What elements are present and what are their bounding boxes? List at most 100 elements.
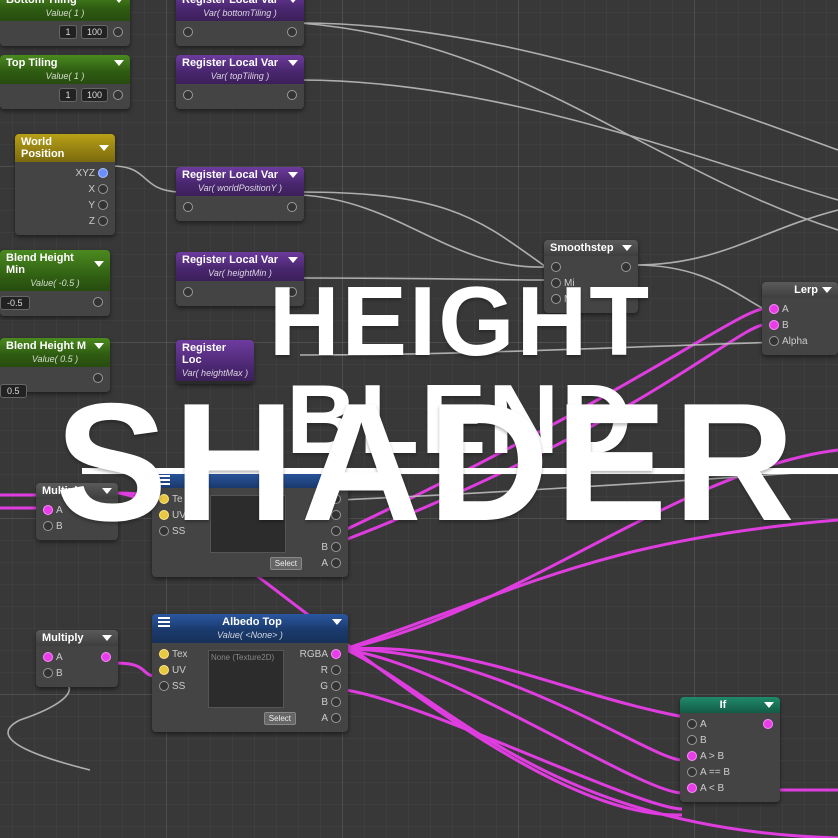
output-port-rgba[interactable] — [331, 494, 341, 504]
chevron-down-icon[interactable] — [332, 619, 342, 625]
menu-icon[interactable] — [158, 479, 170, 481]
output-port-xyz[interactable] — [98, 168, 108, 178]
node-register-heightmax[interactable]: Register Loc Var( heightMax ) — [176, 340, 254, 384]
output-port[interactable] — [287, 27, 297, 37]
spinner-value-b[interactable]: 100 — [81, 25, 108, 39]
node-lerp[interactable]: Lerp A B Alpha — [762, 282, 838, 355]
input-port-b[interactable] — [687, 735, 697, 745]
node-title: Register Loc — [182, 342, 248, 366]
menu-icon[interactable] — [158, 621, 170, 623]
chevron-down-icon[interactable] — [94, 343, 104, 349]
chevron-down-icon[interactable] — [288, 0, 298, 3]
output-port-y[interactable] — [98, 200, 108, 210]
output-port[interactable] — [101, 505, 111, 515]
input-port-a[interactable] — [769, 304, 779, 314]
node-multiply-2[interactable]: Multiply A B — [36, 630, 118, 687]
input-port[interactable] — [183, 287, 193, 297]
input-port-ss[interactable] — [159, 681, 169, 691]
node-albedo-top[interactable]: Albedo Top Value( <None> ) Tex UV SS Non… — [152, 614, 348, 732]
select-button[interactable]: Select — [270, 557, 302, 570]
node-smoothstep[interactable]: Smoothstep Mi Ma — [544, 240, 638, 313]
output-port-x[interactable] — [98, 184, 108, 194]
input-port-agtb[interactable] — [687, 751, 697, 761]
input-port-b[interactable] — [769, 320, 779, 330]
input-port-alpha[interactable] — [769, 336, 779, 346]
node-world-position[interactable]: World Position XYZ X Y Z — [15, 134, 115, 235]
node-if[interactable]: If A B A > B A == B A < B — [680, 697, 780, 802]
output-port[interactable] — [113, 90, 123, 100]
port-label: UV — [172, 665, 186, 676]
chevron-down-icon[interactable] — [102, 635, 112, 641]
output-port[interactable] — [113, 27, 123, 37]
output-port-a[interactable] — [331, 558, 341, 568]
output-port[interactable] — [93, 297, 103, 307]
input-port-b[interactable] — [43, 521, 53, 531]
output-port-a[interactable] — [331, 713, 341, 723]
input-port-tex[interactable] — [159, 494, 169, 504]
chevron-down-icon[interactable] — [114, 0, 124, 3]
spinner-value-a[interactable]: 1 — [59, 88, 77, 102]
input-port-b[interactable] — [43, 668, 53, 678]
chevron-down-icon[interactable] — [102, 488, 112, 494]
select-button[interactable]: Select — [264, 712, 296, 725]
input-port-max[interactable] — [551, 294, 561, 304]
output-port[interactable] — [287, 90, 297, 100]
input-port-min[interactable] — [551, 278, 561, 288]
input-port-a[interactable] — [43, 652, 53, 662]
node-register-worldposy[interactable]: Register Local Var Var( worldPositionY ) — [176, 167, 304, 221]
output-port-b[interactable] — [331, 542, 341, 552]
output-port[interactable] — [101, 652, 111, 662]
input-port-uv[interactable] — [159, 510, 169, 520]
node-title: Blend Height M — [6, 340, 86, 352]
chevron-down-icon[interactable] — [764, 702, 774, 708]
spinner-value-a[interactable]: 1 — [59, 25, 77, 39]
output-port-r[interactable] — [331, 665, 341, 675]
node-texture-bottom[interactable]: Te UV SS Select RG B A — [152, 472, 348, 577]
chevron-down-icon[interactable] — [288, 172, 298, 178]
port-label: SS — [172, 681, 185, 692]
chevron-down-icon[interactable] — [99, 145, 109, 151]
chevron-down-icon[interactable] — [114, 60, 124, 66]
blend-min-field[interactable]: -0.5 — [0, 296, 30, 310]
node-bottom-tiling[interactable]: Bottom Tiling Value( 1 ) 1 100 — [0, 0, 130, 46]
output-port-rgba[interactable] — [331, 649, 341, 659]
output-port-r[interactable] — [331, 510, 341, 520]
chevron-down-icon[interactable] — [288, 60, 298, 66]
output-port[interactable] — [287, 202, 297, 212]
input-port[interactable] — [183, 202, 193, 212]
output-port-g[interactable] — [331, 681, 341, 691]
output-port[interactable] — [621, 262, 631, 272]
node-register-heightmin[interactable]: Register Local Var Var( heightMin ) — [176, 252, 304, 306]
output-port[interactable] — [763, 719, 773, 729]
port-label: A — [321, 558, 328, 569]
input-port-aeqb[interactable] — [687, 767, 697, 777]
input-port[interactable] — [183, 90, 193, 100]
input-port-uv[interactable] — [159, 665, 169, 675]
input-port-tex[interactable] — [159, 649, 169, 659]
port-label: B — [56, 521, 63, 532]
input-port-a[interactable] — [43, 505, 53, 515]
chevron-down-icon[interactable] — [622, 245, 632, 251]
output-port[interactable] — [93, 373, 103, 383]
node-register-bottomtiling[interactable]: Register Local Var Var( bottomTiling ) — [176, 0, 304, 46]
input-port[interactable] — [183, 27, 193, 37]
output-port-g[interactable] — [331, 526, 341, 536]
output-port[interactable] — [287, 287, 297, 297]
input-port-ss[interactable] — [159, 526, 169, 536]
input-port[interactable] — [551, 262, 561, 272]
chevron-down-icon[interactable] — [332, 477, 342, 483]
chevron-down-icon[interactable] — [822, 287, 832, 293]
output-port-z[interactable] — [98, 216, 108, 226]
input-port-altb[interactable] — [687, 783, 697, 793]
output-port-b[interactable] — [331, 697, 341, 707]
node-register-toptiling[interactable]: Register Local Var Var( topTiling ) — [176, 55, 304, 109]
chevron-down-icon[interactable] — [94, 261, 104, 267]
node-top-tiling[interactable]: Top Tiling Value( 1 ) 1 100 — [0, 55, 130, 109]
node-multiply-1[interactable]: Multiply A B — [36, 483, 118, 540]
chevron-down-icon[interactable] — [288, 257, 298, 263]
spinner-value-b[interactable]: 100 — [81, 88, 108, 102]
input-port-a[interactable] — [687, 719, 697, 729]
port-label: G — [320, 681, 328, 692]
blend-max-field[interactable]: 0.5 — [0, 384, 27, 398]
texture-preview-label: None (Texture2D) — [211, 653, 274, 662]
